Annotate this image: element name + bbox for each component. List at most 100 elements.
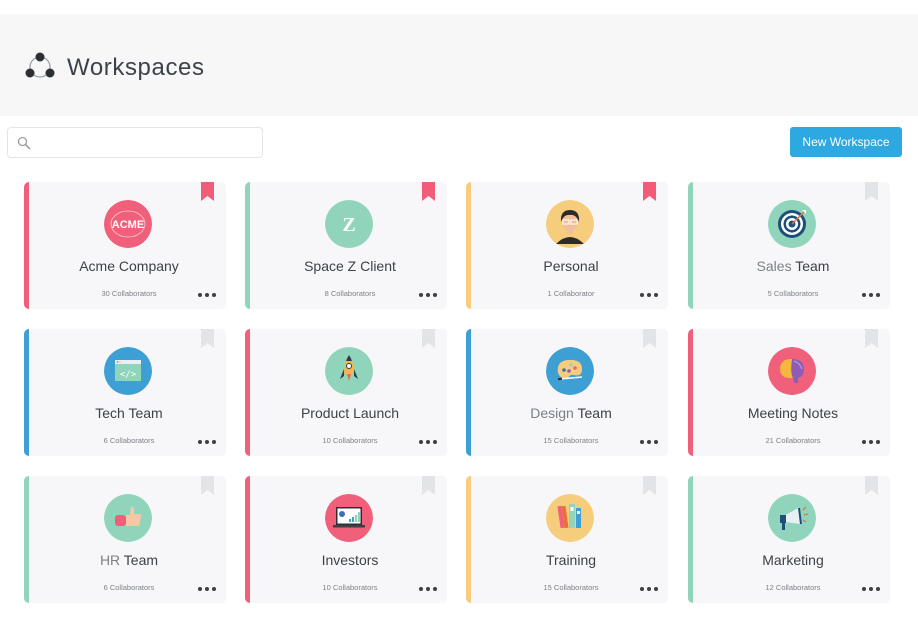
search-icon — [17, 136, 31, 150]
more-options-icon[interactable] — [198, 292, 216, 298]
dot — [654, 440, 658, 444]
collaborator-count: 1 Collaborator — [547, 289, 595, 298]
workspace-name: Tech Team — [95, 405, 163, 421]
more-options-icon[interactable] — [640, 439, 658, 445]
more-options-icon[interactable] — [862, 292, 880, 298]
dot — [205, 293, 209, 297]
books-icon — [546, 494, 594, 542]
dot — [654, 587, 658, 591]
accent-bar — [24, 329, 29, 456]
accent-bar — [24, 476, 29, 603]
bookmark-icon[interactable] — [865, 182, 878, 201]
dot — [640, 293, 644, 297]
bookmark-icon[interactable] — [201, 476, 214, 495]
accent-bar — [688, 182, 693, 309]
svg-text:Z: Z — [342, 214, 355, 236]
bookmark-icon[interactable] — [643, 329, 656, 348]
more-options-icon[interactable] — [419, 439, 437, 445]
dot — [647, 587, 651, 591]
dot — [869, 293, 873, 297]
bookmark-icon[interactable] — [865, 476, 878, 495]
page-title: Workspaces — [67, 54, 205, 81]
workspace-name: Investors — [321, 552, 379, 568]
dot — [433, 293, 437, 297]
target-icon — [768, 200, 816, 248]
svg-text:</>: </> — [120, 370, 137, 380]
dot — [647, 293, 651, 297]
workspace-card[interactable]: ACME Acme Company 30 Collaborators — [24, 182, 226, 309]
bookmark-icon[interactable] — [422, 329, 435, 348]
workspace-name: Design Team — [474, 405, 668, 421]
accent-bar — [688, 329, 693, 456]
accent-bar — [466, 329, 471, 456]
dot — [433, 440, 437, 444]
workspace-name-suffix: Team — [120, 552, 159, 568]
dot — [640, 440, 644, 444]
dot — [876, 440, 880, 444]
workspace-card[interactable]: Product Launch 10 Collaborators — [245, 329, 447, 456]
laptop-chart-icon — [325, 494, 373, 542]
workspace-card[interactable]: Marketing 12 Collaborators — [688, 476, 890, 603]
dot — [869, 440, 873, 444]
more-options-icon[interactable] — [198, 439, 216, 445]
search-input[interactable] — [36, 132, 256, 154]
dot — [426, 440, 430, 444]
palette-icon — [546, 347, 594, 395]
collaborator-count: 10 Collaborators — [322, 583, 378, 592]
more-options-icon[interactable] — [862, 586, 880, 592]
bookmark-icon[interactable] — [422, 476, 435, 495]
bookmark-icon[interactable] — [643, 182, 656, 201]
dot — [876, 587, 880, 591]
dot — [862, 587, 866, 591]
dot — [654, 293, 658, 297]
workspace-name-suffix: Team — [791, 258, 830, 274]
more-options-icon[interactable] — [640, 586, 658, 592]
workspace-name: Space Z Client — [304, 258, 396, 274]
dot — [647, 440, 651, 444]
letter-z-icon: Z — [325, 200, 373, 248]
bookmark-icon[interactable] — [201, 182, 214, 201]
more-options-icon[interactable] — [419, 586, 437, 592]
megaphone-icon — [768, 494, 816, 542]
dot — [205, 440, 209, 444]
workspace-name-suffix: Team — [573, 405, 612, 421]
collaborator-count: 6 Collaborators — [103, 583, 155, 592]
more-options-icon[interactable] — [419, 292, 437, 298]
workspace-card[interactable]: </> Tech Team 6 Collaborators — [24, 329, 226, 456]
accent-bar — [24, 182, 29, 309]
new-workspace-button[interactable]: New Workspace — [790, 127, 902, 157]
accent-bar — [466, 476, 471, 603]
dot — [212, 587, 216, 591]
search-box[interactable] — [7, 127, 263, 158]
bookmark-icon[interactable] — [865, 329, 878, 348]
workspace-name-prefix: HR — [99, 552, 121, 568]
dot — [862, 440, 866, 444]
workspace-name-prefix: Sales — [756, 258, 792, 274]
more-options-icon[interactable] — [640, 292, 658, 298]
collaborator-count: 5 Collaborators — [767, 289, 819, 298]
acme-logo-text: ACME — [112, 219, 144, 231]
workspace-card[interactable]: Meeting Notes 21 Collaborators — [688, 329, 890, 456]
more-options-icon[interactable] — [862, 439, 880, 445]
more-options-icon[interactable] — [198, 586, 216, 592]
dot — [212, 293, 216, 297]
bookmark-icon[interactable] — [201, 329, 214, 348]
thumbs-up-icon — [104, 494, 152, 542]
workspace-card[interactable]: Z Space Z Client 8 Collaborators — [245, 182, 447, 309]
dot — [198, 587, 202, 591]
workspace-card[interactable]: HR Team 6 Collaborators — [24, 476, 226, 603]
workspace-card[interactable]: Personal 1 Collaborator — [466, 182, 668, 309]
workspace-name: Personal — [543, 258, 599, 274]
workspace-name: Acme Company — [79, 258, 179, 274]
code-window-icon: </> — [104, 347, 152, 395]
dot — [433, 587, 437, 591]
dot — [876, 293, 880, 297]
workspace-card[interactable]: Sales Team 5 Collaborators — [688, 182, 890, 309]
bookmark-icon[interactable] — [643, 476, 656, 495]
bookmark-icon[interactable] — [422, 182, 435, 201]
dot — [419, 293, 423, 297]
network-nodes-icon — [25, 52, 55, 78]
workspace-card[interactable]: Design Team 15 Collaborators — [466, 329, 668, 456]
workspace-card[interactable]: Investors 10 Collaborators — [245, 476, 447, 603]
workspace-card[interactable]: Training 15 Collaborators — [466, 476, 668, 603]
